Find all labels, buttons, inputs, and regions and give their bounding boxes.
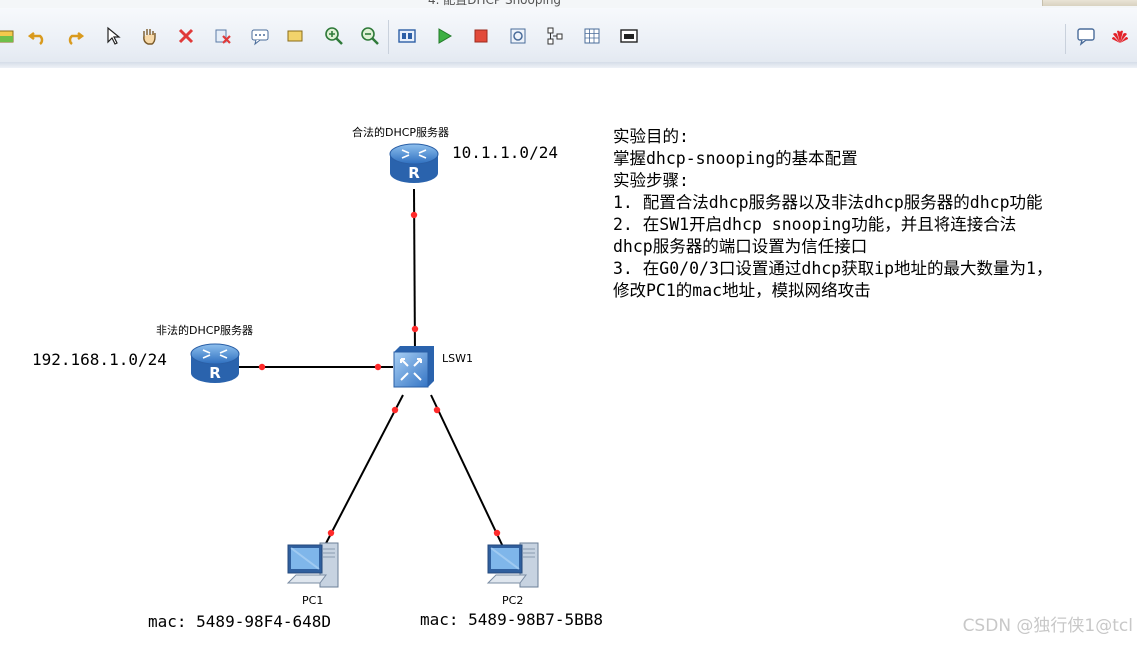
notes-line: dhcp服务器的端口设置为信任接口 xyxy=(613,237,868,256)
notes-line: 掌握dhcp-snooping的基本配置 xyxy=(613,149,858,168)
port-dot-switch-pc1 xyxy=(391,406,399,414)
notes-line: 实验步骤: xyxy=(613,171,689,190)
open-icon[interactable] xyxy=(0,24,18,48)
select-icon[interactable] xyxy=(101,24,125,48)
pc1-mac: mac: 5489-98F4-648D xyxy=(148,612,332,631)
port-dot-switch-left xyxy=(374,363,382,371)
svg-text:R: R xyxy=(408,164,420,182)
pan-hand-icon[interactable] xyxy=(137,24,161,48)
redo-icon[interactable] xyxy=(62,24,86,48)
zoom-in-icon[interactable] xyxy=(322,24,346,48)
notes-line: 1. 配置合法dhcp服务器以及非法dhcp服务器的dhcp功能 xyxy=(613,193,1043,212)
pc1-icon[interactable] xyxy=(286,539,342,591)
illegal-server-label: 非法的DHCP服务器 xyxy=(156,324,254,337)
start-device-icon[interactable] xyxy=(432,24,456,48)
capture-icon[interactable] xyxy=(506,24,530,48)
topology-canvas[interactable]: 合法的DHCP服务器 R 10.1.1.0/24 非法的DHCP服务器 R 19… xyxy=(0,69,1137,645)
toolbar-right-group xyxy=(1065,24,1137,54)
chat-icon[interactable] xyxy=(1074,24,1098,48)
pc2-label: PC2 xyxy=(502,594,524,607)
toolbar xyxy=(0,8,1137,68)
port-dot-legal-server xyxy=(410,211,418,219)
pc2-icon[interactable] xyxy=(486,539,542,591)
legal-server-label: 合法的DHCP服务器 xyxy=(352,126,450,139)
grid-icon[interactable] xyxy=(580,24,604,48)
svg-text:R: R xyxy=(209,364,221,382)
illegal-server-network: 192.168.1.0/24 xyxy=(32,350,167,369)
notes-line: 2. 在SW1开启dhcp snooping功能，并且将连接合法 xyxy=(613,215,1017,234)
pc1-label: PC1 xyxy=(302,594,324,607)
port-dot-pc1 xyxy=(327,529,335,537)
port-dot-pc2 xyxy=(493,529,501,537)
legal-server-network: 10.1.1.0/24 xyxy=(452,143,558,162)
port-dot-illegal-server xyxy=(258,363,266,371)
link-switch-pc2 xyxy=(430,394,506,552)
pc2-mac: mac: 5489-98B7-5BB8 xyxy=(420,610,604,629)
window-title: 4. 配置DHCP Snooping xyxy=(428,0,562,7)
switch-label: LSW1 xyxy=(442,352,473,365)
toolbar-separator xyxy=(388,20,389,54)
port-dot-switch-pc2 xyxy=(433,406,441,414)
delete-link-icon[interactable] xyxy=(211,24,235,48)
experiment-notes[interactable]: 实验目的: 掌握dhcp-snooping的基本配置 实验步骤: 1. 配置合法… xyxy=(613,126,1137,302)
switch-lsw1-icon[interactable] xyxy=(392,344,436,389)
topology-icon[interactable] xyxy=(543,24,567,48)
port-dot-switch-up xyxy=(411,325,419,333)
watermark: CSDN @独行侠1@tcl xyxy=(962,616,1133,636)
zoom-out-icon[interactable] xyxy=(358,24,382,48)
rectangle-icon[interactable] xyxy=(283,24,307,48)
notes-line: 3. 在G0/0/3口设置通过dhcp获取ip地址的最大数量为1， xyxy=(613,259,1053,278)
toolbar-bottom-stripe xyxy=(0,62,1137,68)
palette-icon[interactable] xyxy=(395,24,419,48)
legal-server-router-icon[interactable]: R xyxy=(389,143,439,185)
text-note-icon[interactable] xyxy=(248,24,272,48)
undo-icon[interactable] xyxy=(26,24,50,48)
notes-line: 实验目的: xyxy=(613,127,689,146)
screenshot-icon[interactable] xyxy=(617,24,641,48)
huawei-logo[interactable] xyxy=(1108,24,1132,48)
link-switch-pc1 xyxy=(321,394,404,552)
notes-line: 修改PC1的mac地址，模拟网络攻击 xyxy=(613,281,871,300)
delete-icon[interactable] xyxy=(174,24,198,48)
illegal-server-router-icon[interactable]: R xyxy=(190,343,240,385)
window-title-bar: 4. 配置DHCP Snooping xyxy=(0,0,1137,8)
stop-device-icon[interactable] xyxy=(469,24,493,48)
window-controls-edge xyxy=(1042,0,1137,6)
